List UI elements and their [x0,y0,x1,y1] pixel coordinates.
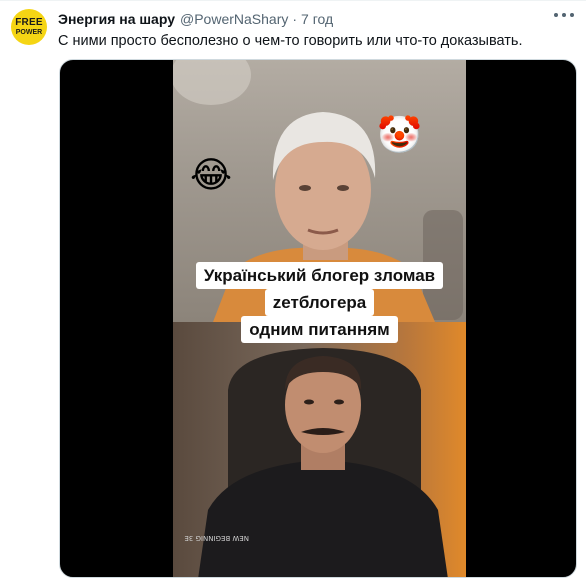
laughing-emoji-icon: 😂 [190,155,233,196]
eye [337,185,349,191]
tweet-text: С ними просто бесполезно о чем-то говори… [58,33,523,49]
caption-line: одним питанням [241,316,398,343]
avatar-text-bottom: POWER [15,29,43,36]
caption-line: zетблогера [264,289,375,316]
avatar[interactable]: FREE POWER [11,9,47,45]
more-dot [554,13,558,17]
video-caption: Український блогер зломав zетблогера одн… [173,262,466,343]
video-frame[interactable]: NEW BEGINNIG 3E Український блогер злома… [173,60,466,577]
tweet-header: Энергия на шару @PowerNaShary · 7 год [58,10,333,28]
more-dot [562,13,566,17]
separator-dot: · [292,11,298,27]
eye [334,399,344,405]
avatar-text-top: FREE [15,17,43,28]
caption-line: Український блогер зломав [195,262,444,289]
top-divider [0,0,586,1]
eye [299,185,311,191]
more-dot [570,13,574,17]
lamp-glow [173,60,251,105]
more-options-icon[interactable] [554,8,574,22]
eye [304,399,314,405]
video-media[interactable]: NEW BEGINNIG 3E Український блогер злома… [59,59,577,578]
user-handle[interactable]: @PowerNaShary [180,11,288,27]
display-name[interactable]: Энергия на шару [58,11,175,27]
clown-emoji-icon: 🤡 [377,115,422,156]
timestamp[interactable]: 7 год [301,11,333,27]
hoodie-print: NEW BEGINNIG 3E [184,534,249,542]
